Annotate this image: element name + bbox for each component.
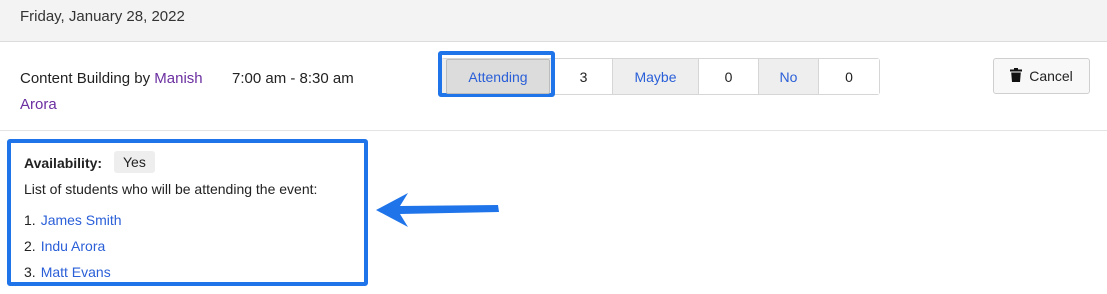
event-row: Content Building by Manish Arora 7:00 am… (0, 42, 1107, 131)
availability-label: Availability: (24, 155, 103, 171)
cancel-label: Cancel (1029, 68, 1073, 84)
student-link[interactable]: Matt Evans (41, 264, 111, 280)
event-title: Content Building by Manish Arora (20, 66, 220, 118)
maybe-count: 0 (699, 59, 759, 94)
trash-icon (1010, 67, 1023, 85)
date-header: Friday, January 28, 2022 (0, 0, 1107, 42)
no-button[interactable]: No (759, 59, 819, 94)
list-item: 2. Indu Arora (24, 233, 122, 259)
availability-badge: Yes (114, 151, 155, 173)
list-number: 2. (24, 238, 36, 254)
attending-button[interactable]: Attending (446, 59, 550, 94)
maybe-button[interactable]: Maybe (613, 59, 699, 94)
attendee-details: Availability: Yes List of students who w… (7, 139, 368, 286)
list-number: 3. (24, 264, 36, 280)
arrow-left-icon (376, 193, 499, 227)
list-item: 1. James Smith (24, 207, 122, 233)
cancel-button[interactable]: Cancel (993, 58, 1090, 94)
student-link[interactable]: Indu Arora (41, 238, 106, 254)
event-title-prefix: Content Building by (20, 70, 155, 87)
attendees-heading: List of students who will be attending t… (24, 181, 318, 197)
list-number: 1. (24, 212, 36, 228)
event-time: 7:00 am - 8:30 am (232, 70, 354, 87)
attending-count: 3 (555, 59, 613, 94)
list-item: 3. Matt Evans (24, 259, 122, 285)
student-link[interactable]: James Smith (41, 212, 122, 228)
no-count: 0 (819, 59, 879, 94)
date-label: Friday, January 28, 2022 (20, 8, 185, 25)
students-list: 1. James Smith 2. Indu Arora 3. Matt Evans (24, 207, 122, 285)
